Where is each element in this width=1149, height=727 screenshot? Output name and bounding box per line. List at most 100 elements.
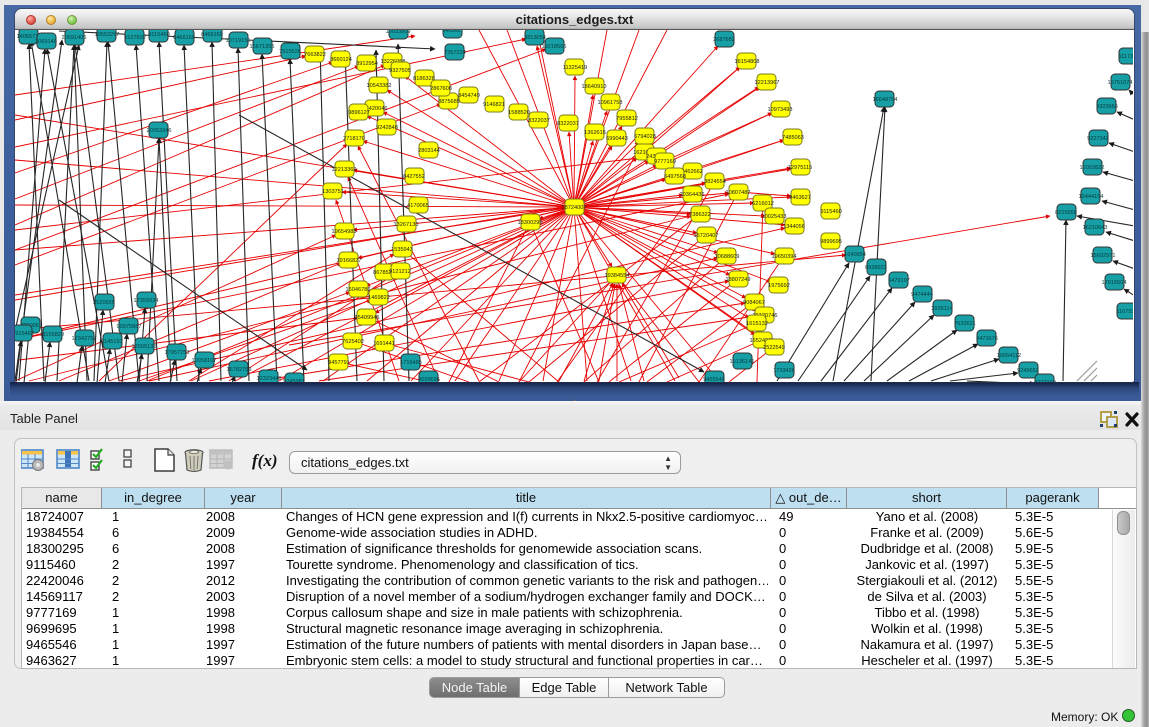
svg-text:18807249: 18807249 — [726, 277, 751, 283]
svg-text:15720407: 15720407 — [694, 233, 719, 239]
svg-text:9465546: 9465546 — [703, 377, 725, 382]
svg-text:19650394: 19650394 — [772, 254, 797, 260]
svg-text:7625402: 7625402 — [342, 339, 364, 345]
svg-text:16782759: 16782759 — [227, 367, 252, 373]
svg-text:10958107: 10958107 — [192, 358, 217, 364]
svg-text:2803144: 2803144 — [418, 148, 440, 154]
svg-text:8660124: 8660124 — [330, 57, 352, 63]
svg-text:9245981: 9245981 — [283, 379, 305, 382]
svg-text:10553267: 10553267 — [95, 32, 120, 38]
svg-text:15751074: 15751074 — [1108, 80, 1133, 86]
svg-text:1691441: 1691441 — [373, 341, 395, 347]
svg-text:9084067: 9084067 — [743, 300, 765, 306]
svg-text:12975115: 12975115 — [788, 165, 812, 171]
svg-text:12444154: 12444154 — [1079, 194, 1104, 200]
svg-text:1303751: 1303751 — [322, 189, 344, 195]
svg-text:8466160: 8466160 — [201, 32, 223, 38]
svg-text:9899695: 9899695 — [820, 239, 842, 245]
svg-text:16210643: 16210643 — [1083, 225, 1108, 231]
svg-text:9115460: 9115460 — [820, 209, 841, 215]
svg-text:9896127: 9896127 — [348, 110, 370, 116]
svg-text:18300295: 18300295 — [518, 220, 543, 226]
svg-text:6794028: 6794028 — [634, 134, 656, 140]
svg-text:9115460: 9115460 — [148, 32, 169, 38]
svg-text:1362615: 1362615 — [584, 130, 606, 136]
svg-text:8322037: 8322037 — [557, 121, 579, 127]
svg-text:13267130: 13267130 — [394, 222, 419, 228]
svg-text:18724007: 18724007 — [562, 205, 587, 211]
svg-text:19384554: 19384554 — [605, 273, 630, 279]
svg-text:1117345: 1117345 — [1119, 54, 1133, 60]
svg-text:3915463: 3915463 — [15, 331, 34, 337]
svg-text:8215958: 8215958 — [1055, 210, 1077, 216]
svg-text:1167533: 1167533 — [1116, 309, 1133, 315]
svg-text:9463627: 9463627 — [442, 30, 464, 34]
svg-text:12323446: 12323446 — [257, 376, 282, 382]
svg-text:10688609: 10688609 — [715, 254, 740, 260]
svg-text:6479197: 6479197 — [888, 278, 910, 284]
svg-text:18640910: 18640910 — [582, 84, 607, 90]
svg-text:9327505: 9327505 — [389, 68, 411, 74]
svg-text:2687682: 2687682 — [713, 37, 735, 43]
svg-text:15409946: 15409946 — [355, 315, 380, 321]
svg-text:1615132: 1615132 — [746, 321, 768, 327]
svg-text:7515526: 7515526 — [279, 49, 301, 55]
svg-text:10973493: 10973493 — [768, 107, 793, 113]
svg-text:17016504: 17016504 — [1102, 280, 1127, 286]
svg-text:16671355: 16671355 — [250, 44, 275, 50]
svg-text:7632621: 7632621 — [954, 321, 976, 327]
svg-text:2935114: 2935114 — [931, 306, 952, 312]
svg-text:9463627: 9463627 — [789, 195, 811, 201]
svg-text:8454749: 8454749 — [458, 93, 480, 99]
svg-text:11156829: 11156829 — [40, 332, 64, 338]
svg-text:10654112: 10654112 — [997, 353, 1021, 359]
svg-text:16648784: 16648784 — [873, 97, 898, 103]
svg-text:9474444: 9474444 — [911, 292, 933, 298]
svg-text:1145193: 1145193 — [101, 339, 122, 345]
svg-text:7663822: 7663822 — [304, 52, 326, 58]
svg-text:7386322: 7386322 — [689, 212, 711, 218]
svg-text:19654983: 19654983 — [332, 229, 357, 235]
svg-text:10807487: 10807487 — [726, 190, 751, 196]
svg-text:20053346: 20053346 — [147, 128, 172, 134]
svg-text:15692971: 15692971 — [1091, 253, 1116, 259]
svg-text:10961758: 10961758 — [598, 100, 623, 106]
svg-text:3824554: 3824554 — [704, 179, 726, 185]
svg-text:6466160: 6466160 — [173, 35, 195, 41]
svg-text:9457791: 9457791 — [328, 360, 350, 366]
svg-text:9777169: 9777169 — [654, 159, 676, 165]
svg-text:8427552: 8427552 — [403, 174, 425, 180]
svg-text:15136141: 15136141 — [730, 359, 755, 365]
svg-text:16033809: 16033809 — [386, 30, 411, 35]
svg-text:1733426: 1733426 — [773, 368, 795, 374]
svg-text:10543382: 10543382 — [367, 83, 392, 89]
svg-text:8938923: 8938923 — [865, 265, 887, 271]
svg-text:9146821: 9146821 — [483, 102, 505, 108]
svg-text:1469822: 1469822 — [368, 295, 390, 301]
svg-text:12505135: 12505135 — [132, 344, 157, 350]
svg-text:9777169: 9777169 — [1034, 380, 1056, 382]
svg-text:1535943: 1535943 — [391, 247, 413, 253]
svg-text:17957253: 17957253 — [165, 350, 190, 356]
svg-text:9242848: 9242848 — [376, 125, 398, 131]
svg-text:1588520: 1588520 — [508, 110, 530, 116]
svg-text:6216012: 6216012 — [752, 201, 774, 207]
svg-text:7357224: 7357224 — [444, 50, 466, 56]
svg-text:1716485: 1716485 — [400, 360, 422, 366]
svg-text:9699695: 9699695 — [418, 377, 440, 382]
svg-text:12093822: 12093822 — [1080, 165, 1105, 171]
svg-text:2069140: 2069140 — [35, 39, 57, 45]
svg-text:10025433: 10025433 — [762, 214, 787, 220]
svg-text:7955812: 7955812 — [616, 116, 638, 122]
svg-text:16046786: 16046786 — [346, 287, 371, 293]
svg-text:2520655: 2520655 — [93, 300, 115, 306]
svg-text:8813054: 8813054 — [524, 35, 546, 41]
svg-text:6990443: 6990443 — [606, 136, 628, 142]
svg-text:9121212: 9121212 — [389, 269, 411, 275]
svg-text:90975887: 90975887 — [117, 324, 142, 330]
svg-text:10719155: 10719155 — [226, 38, 251, 44]
svg-text:12342757: 12342757 — [72, 336, 97, 342]
svg-text:19218506: 19218506 — [542, 44, 567, 50]
svg-text:9227342: 9227342 — [1087, 136, 1109, 142]
svg-text:8471676: 8471676 — [976, 336, 998, 342]
